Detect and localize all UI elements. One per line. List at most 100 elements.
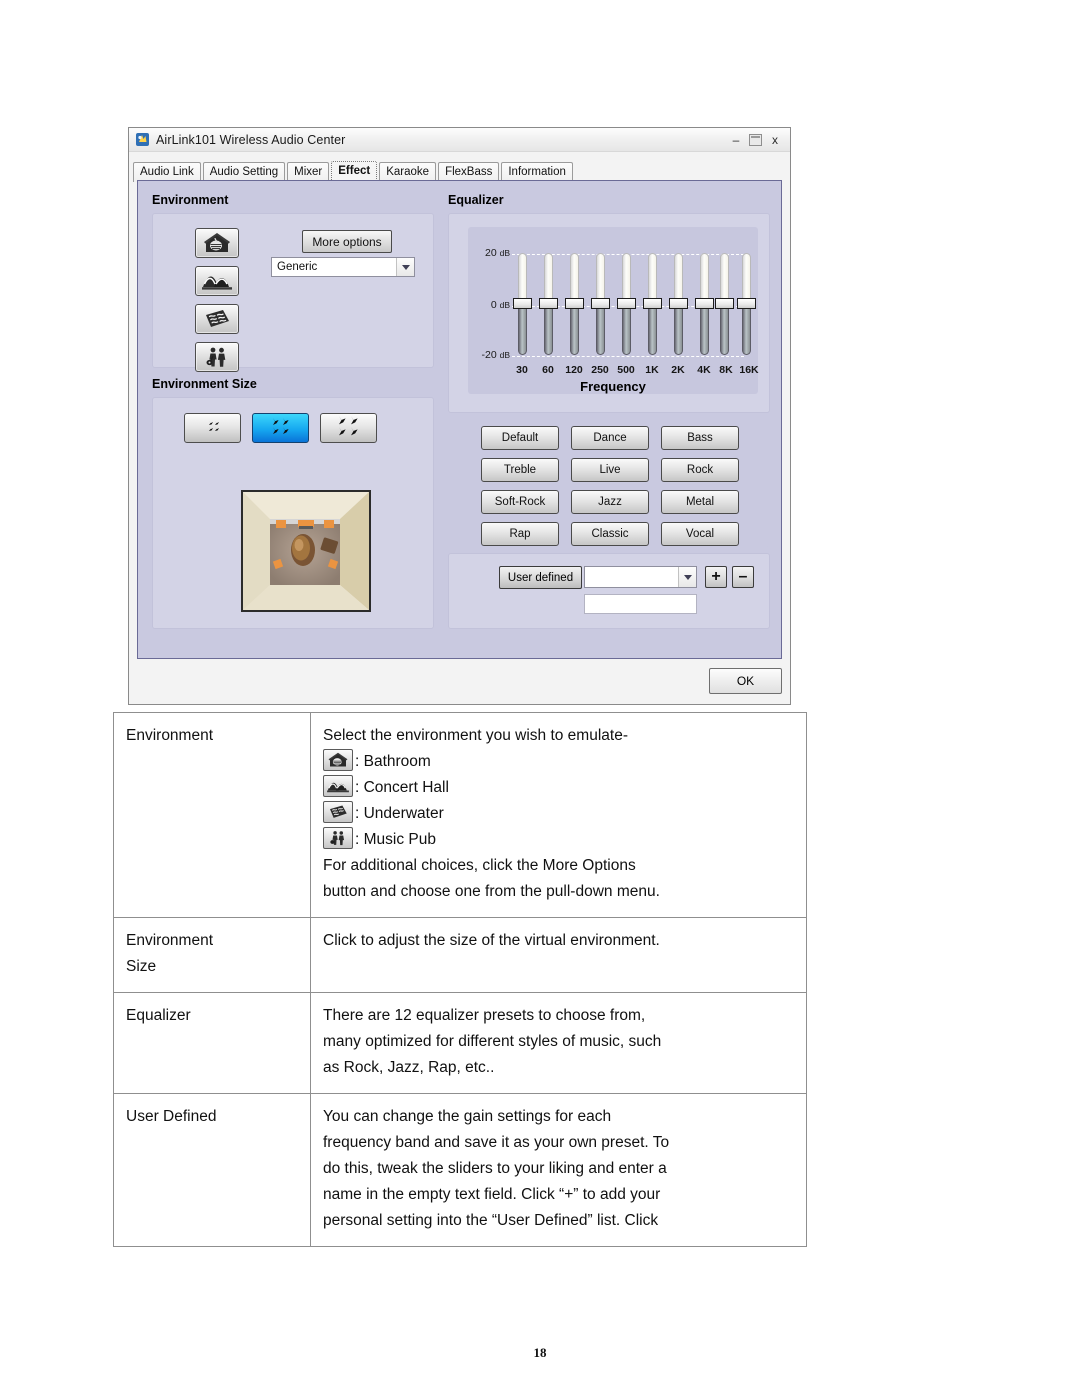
eq-slider-250[interactable] (591, 253, 610, 355)
term-environment-size-line1: Environment (126, 932, 214, 949)
eq-thumb-500[interactable] (617, 298, 636, 309)
environment-underwater-button[interactable] (195, 304, 239, 334)
tab-audio-link[interactable]: Audio Link (133, 162, 201, 182)
tab-mixer[interactable]: Mixer (287, 162, 330, 182)
effect-panel: Environment More options Generic Environ… (137, 180, 782, 659)
eq-slider-60[interactable] (539, 253, 558, 355)
eq-thumb-60[interactable] (539, 298, 558, 309)
freq-label-30: 30 (516, 364, 528, 376)
desc-item-underwater: : Underwater (323, 801, 794, 827)
term-environment-size-line2: Size (126, 958, 157, 975)
size-medium-icon (261, 415, 301, 442)
gridline-minus20db (512, 356, 744, 357)
preset-rock-button[interactable]: Rock (661, 458, 739, 482)
app-icon (135, 132, 150, 147)
environment-size-large-button[interactable] (320, 413, 377, 443)
preset-dance-button[interactable]: Dance (571, 426, 649, 450)
chevron-down-icon[interactable] (396, 258, 414, 276)
close-button[interactable]: x (768, 134, 782, 146)
underwater-icon (202, 308, 232, 330)
equalizer-graph: 20 dB 0 dB -20 dB 30 60 120 250 500 1K 2… (468, 227, 759, 394)
desc-user-defined: You can change the gain settings for eac… (310, 1093, 807, 1247)
environment-size-subpanel (152, 397, 434, 629)
user-defined-name-input[interactable] (584, 594, 697, 614)
window-title: AirLink101 Wireless Audio Center (156, 132, 346, 147)
tab-information[interactable]: Information (501, 162, 573, 182)
environment-preset-value: Generic (277, 261, 318, 273)
bathroom-icon (202, 232, 232, 254)
equalizer-graph-subpanel: 20 dB 0 dB -20 dB 30 60 120 250 500 1K 2… (448, 213, 770, 413)
preset-default-button[interactable]: Default (481, 426, 559, 450)
eq-slider-8k[interactable] (715, 253, 734, 355)
environment-concert-hall-button[interactable] (195, 266, 239, 296)
eq-thumb-120[interactable] (565, 298, 584, 309)
user-defined-button[interactable]: User defined (499, 566, 582, 589)
preset-rap-button[interactable]: Rap (481, 522, 559, 546)
eq-thumb-8k[interactable] (715, 298, 734, 309)
user-defined-subpanel: User defined + – (448, 553, 770, 629)
chevron-down-icon-user[interactable] (678, 567, 696, 587)
preset-live-button[interactable]: Live (571, 458, 649, 482)
table-row: Environment Select the environment you w… (113, 712, 807, 918)
size-small-icon (196, 416, 230, 441)
eq-thumb-30[interactable] (513, 298, 532, 309)
eq-slider-30[interactable] (513, 253, 532, 355)
eq-slider-2k[interactable] (669, 253, 688, 355)
term-environment-size: Environment Size (113, 917, 311, 993)
eq-slider-4k[interactable] (695, 253, 714, 355)
preset-classic-button[interactable]: Classic (571, 522, 649, 546)
desc-environment-outro-2: button and choose one from the pull-down… (323, 883, 660, 900)
eq-thumb-250[interactable] (591, 298, 610, 309)
desc-item-music-pub-text: : Music Pub (355, 831, 436, 848)
table-row: User Defined You can change the gain set… (113, 1093, 807, 1247)
preset-metal-button[interactable]: Metal (661, 490, 739, 514)
eq-slider-120[interactable] (565, 253, 584, 355)
eq-thumb-16k[interactable] (737, 298, 756, 309)
environment-options-group: More options Generic (271, 228, 421, 283)
axis-label-20db: 20 dB (484, 247, 510, 259)
preset-jazz-button[interactable]: Jazz (571, 490, 649, 514)
preset-bass-button[interactable]: Bass (661, 426, 739, 450)
environment-size-small-button[interactable] (184, 413, 241, 443)
tab-flexbass[interactable]: FlexBass (438, 162, 500, 182)
preset-treble-button[interactable]: Treble (481, 458, 559, 482)
minimize-button[interactable]: – (729, 134, 743, 146)
ok-button[interactable]: OK (709, 668, 782, 694)
freq-label-16k: 16K (739, 364, 759, 376)
desc-user-defined-line2: frequency band and save it as your own p… (323, 1134, 670, 1151)
preset-soft-rock-button[interactable]: Soft-Rock (481, 490, 559, 514)
environment-music-pub-button[interactable] (195, 342, 239, 372)
eq-slider-1k[interactable] (643, 253, 662, 355)
app-window: AirLink101 Wireless Audio Center – x Aud… (128, 127, 791, 705)
desc-user-defined-line1: You can change the gain settings for eac… (323, 1108, 612, 1125)
music-pub-icon (323, 827, 353, 849)
table-row: Environment Size Click to adjust the siz… (113, 917, 807, 993)
environment-size-medium-button[interactable] (252, 413, 309, 443)
user-defined-select[interactable] (584, 566, 697, 588)
environment-preset-select[interactable]: Generic (271, 257, 415, 277)
add-preset-button[interactable]: + (705, 566, 727, 588)
page-number: 18 (533, 1345, 547, 1360)
eq-thumb-4k[interactable] (695, 298, 714, 309)
axis-label-minus20db: -20 dB (481, 349, 511, 361)
tab-karaoke[interactable]: Karaoke (379, 162, 437, 182)
eq-slider-500[interactable] (617, 253, 636, 355)
desc-item-concert-hall-text: : Concert Hall (355, 779, 449, 796)
equalizer-heading: Equalizer (448, 193, 504, 207)
freq-label-120: 120 (565, 364, 583, 376)
concert-hall-icon (323, 775, 353, 797)
environment-bathroom-button[interactable] (195, 228, 239, 258)
freq-label-2k: 2K (671, 364, 685, 376)
desc-environment-outro-1: For additional choices, click the More O… (323, 857, 636, 874)
tab-audio-setting[interactable]: Audio Setting (202, 162, 286, 182)
eq-thumb-1k[interactable] (643, 298, 662, 309)
preset-vocal-button[interactable]: Vocal (661, 522, 739, 546)
more-options-button[interactable]: More options (302, 230, 392, 253)
freq-label-1k: 1K (645, 364, 659, 376)
remove-preset-button[interactable]: – (732, 566, 754, 588)
eq-thumb-2k[interactable] (669, 298, 688, 309)
eq-slider-16k[interactable] (737, 253, 756, 355)
table-row: Equalizer There are 12 equalizer presets… (113, 992, 807, 1094)
concert-hall-icon (201, 270, 233, 292)
maximize-button[interactable] (749, 133, 762, 146)
